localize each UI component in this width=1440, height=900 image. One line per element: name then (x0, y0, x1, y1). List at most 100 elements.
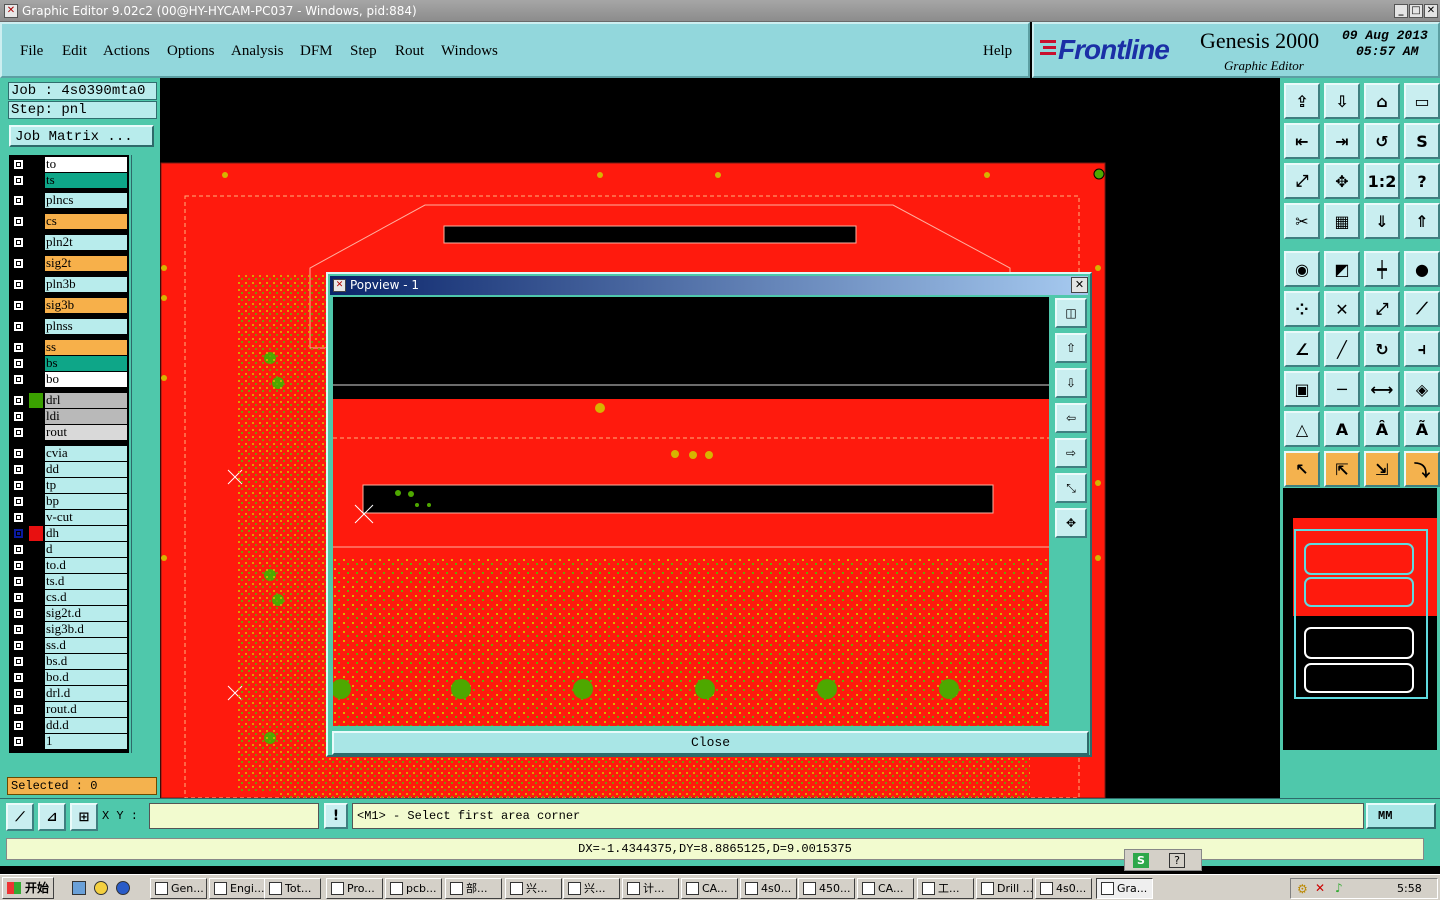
layer-color-swatch[interactable] (29, 702, 43, 717)
layer-color-swatch[interactable] (29, 462, 43, 477)
layer-name[interactable]: to (45, 157, 127, 172)
layer-checkbox[interactable] (13, 608, 24, 619)
move-left-icon[interactable]: ⇤ (1284, 123, 1320, 159)
select-icon[interactable]: ⇱ (1324, 451, 1360, 487)
layer-name[interactable]: ss.d (45, 638, 127, 653)
layer-color-swatch[interactable] (29, 193, 43, 208)
connect-icon[interactable]: ⤢ (1364, 291, 1400, 327)
layer-row[interactable]: ss (9, 340, 129, 355)
quicklaunch-desktop-icon[interactable] (72, 881, 86, 895)
help-icon[interactable]: ? (1404, 163, 1440, 199)
layer-checkbox[interactable] (13, 358, 24, 369)
layer-checkbox[interactable] (13, 736, 24, 747)
layer-row[interactable]: v-cut (9, 510, 129, 525)
task-button[interactable]: 450... (798, 878, 855, 899)
layer-checkbox[interactable] (13, 688, 24, 699)
close-window-button[interactable]: ✕ (1424, 4, 1438, 18)
layer-name[interactable]: cvia (45, 446, 127, 461)
pointer-icon[interactable]: ↖ (1284, 451, 1320, 487)
layer-color-swatch[interactable] (29, 590, 43, 605)
layer-checkbox[interactable] (13, 656, 24, 667)
layer-row[interactable]: drl (9, 393, 129, 408)
layer-color-swatch[interactable] (29, 558, 43, 573)
triangle-icon[interactable]: △ (1284, 411, 1320, 447)
layer-color-swatch[interactable] (29, 654, 43, 669)
layer-checkbox[interactable] (13, 560, 24, 571)
undo-icon[interactable]: ↺ (1364, 123, 1400, 159)
task-button[interactable]: Pro... (326, 878, 383, 899)
menu-edit[interactable]: Edit (62, 43, 87, 60)
menu-step[interactable]: Step (350, 43, 377, 60)
popview-pan-down-icon[interactable]: ⇩ (1055, 368, 1087, 398)
grid-icon[interactable]: ▦ (1324, 203, 1360, 239)
layer-checkbox[interactable] (13, 216, 24, 227)
layer-row[interactable]: ts.d (9, 574, 129, 589)
letter-a2-icon[interactable]: Â (1364, 411, 1400, 447)
layer-checkbox[interactable] (13, 512, 24, 523)
popview-zoom-out-icon[interactable]: ⤡ (1055, 473, 1087, 503)
letter-a-icon[interactable]: A (1324, 411, 1360, 447)
layer-checkbox[interactable] (13, 544, 24, 555)
select-move-icon[interactable]: ⇲ (1364, 451, 1400, 487)
shapes-icon[interactable]: ◈ (1404, 371, 1440, 407)
layer-color-swatch[interactable] (29, 340, 43, 355)
layer-name[interactable]: sig2t.d (45, 606, 127, 621)
layer-name[interactable]: 1 (45, 734, 127, 749)
layer-name[interactable]: dd.d (45, 718, 127, 733)
quicklaunch-clock-icon[interactable] (94, 881, 108, 895)
layer-color-swatch[interactable] (29, 256, 43, 271)
overview-minimap[interactable] (1283, 488, 1437, 750)
layer-color-swatch[interactable] (29, 526, 43, 541)
tray-tools-icon[interactable]: ⚙ (1297, 882, 1308, 896)
move-right-icon[interactable]: ⇥ (1324, 123, 1360, 159)
layer-checkbox[interactable] (13, 300, 24, 311)
layer-row[interactable]: ts (9, 173, 129, 188)
letter-a3-icon[interactable]: Ã (1404, 411, 1440, 447)
arc-icon[interactable]: ↻ (1364, 331, 1400, 367)
layer-name[interactable]: rout.d (45, 702, 127, 717)
layer-checkbox[interactable] (13, 720, 24, 731)
popview-canvas[interactable] (333, 297, 1049, 726)
layer-checkbox[interactable] (13, 592, 24, 603)
task-button[interactable]: Drill ... (976, 878, 1033, 899)
layer-row[interactable]: dd.d (9, 718, 129, 733)
layer-row[interactable]: plnss (9, 319, 129, 334)
task-button[interactable]: Gen... (150, 878, 207, 899)
layer-row[interactable]: tp (9, 478, 129, 493)
layer-row[interactable]: drl.d (9, 686, 129, 701)
layer-row[interactable]: to (9, 157, 129, 172)
measure-icon[interactable]: ⟋ (6, 803, 34, 831)
layer-color-swatch[interactable] (29, 638, 43, 653)
layer-name[interactable]: bs (45, 356, 127, 371)
node-icon[interactable]: ⁘ (1284, 291, 1320, 327)
layer-row[interactable]: bs (9, 356, 129, 371)
layer-checkbox[interactable] (13, 480, 24, 491)
units-select[interactable]: MM (1366, 803, 1436, 829)
layer-down-icon[interactable]: ⇓ (1364, 203, 1400, 239)
layer-row[interactable]: bs.d (9, 654, 129, 669)
window-icon[interactable]: ▭ (1404, 83, 1440, 119)
sogou-icon[interactable]: S (1133, 853, 1149, 868)
layer-checkbox[interactable] (13, 342, 24, 353)
task-button[interactable]: Engi... (209, 878, 266, 899)
job-matrix-button[interactable]: Job Matrix ... (9, 125, 154, 147)
quicklaunch-ie-icon[interactable] (116, 881, 130, 895)
tools-icon[interactable]: ✂ (1284, 203, 1320, 239)
task-button[interactable]: 4s0... (740, 878, 797, 899)
layer-checkbox[interactable] (13, 496, 24, 507)
layer-color-swatch[interactable] (29, 298, 43, 313)
layer-color-swatch[interactable] (29, 494, 43, 509)
cross-icon[interactable]: ✕ (1324, 291, 1360, 327)
layer-name[interactable]: rout (45, 425, 127, 440)
layer-name[interactable]: ldi (45, 409, 127, 424)
layer-scrollbar[interactable] (131, 155, 157, 753)
layer-up-icon[interactable]: ⇑ (1404, 203, 1440, 239)
layer-color-swatch[interactable] (29, 425, 43, 440)
menu-rout[interactable]: Rout (395, 43, 424, 60)
layer-color-swatch[interactable] (29, 356, 43, 371)
task-button[interactable]: pcb... (385, 878, 442, 899)
layer-color-swatch[interactable] (29, 574, 43, 589)
minimize-button[interactable]: _ (1394, 4, 1408, 18)
popview-zoom-icon[interactable]: ◫ (1055, 298, 1087, 328)
layer-name[interactable]: d (45, 542, 127, 557)
